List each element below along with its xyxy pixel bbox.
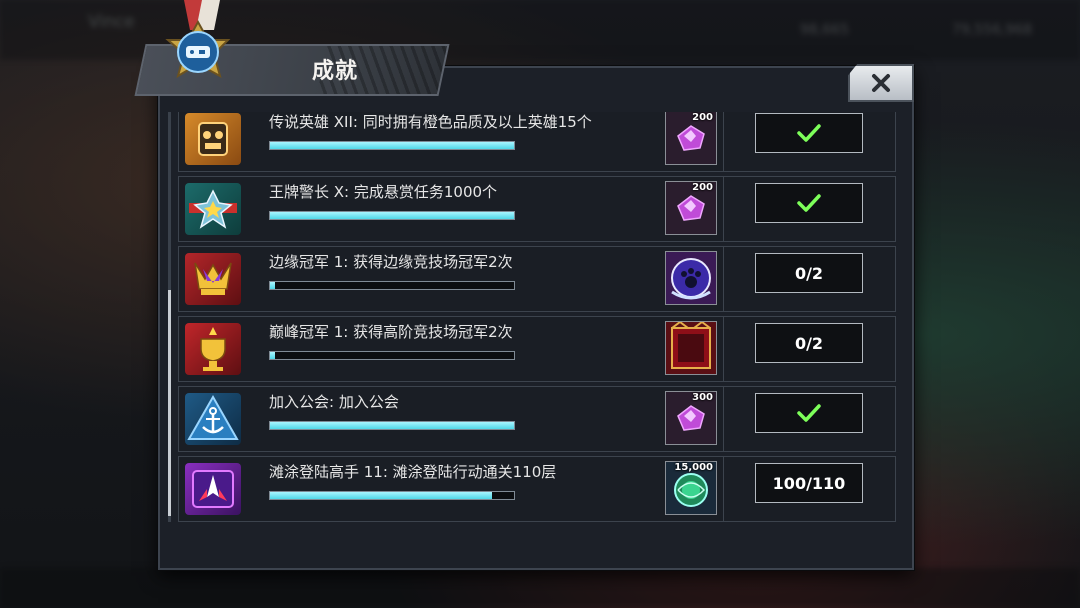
reward-slot[interactable]: [665, 251, 717, 305]
achievement-description: 滩涂登陆高手 11: 滩涂登陆行动通关110层: [269, 463, 557, 481]
progress-fill: [270, 142, 514, 149]
reward-quantity: 200: [692, 182, 713, 193]
paw-avatar-frame-icon: [671, 258, 711, 300]
achievement-description: 巅峰冠军 1: 获得高阶竞技场冠军2次: [269, 323, 513, 341]
achievement-status-button[interactable]: 100/110: [755, 463, 863, 503]
resource-counter-2: 79,556,968: [952, 22, 1033, 38]
reward-quantity: 300: [692, 392, 713, 403]
achievement-row: 滩涂登陆高手 11: 滩涂登陆行动通关110层 15,000 100/110: [178, 456, 896, 522]
achievement-medal-icon: [165, 0, 231, 79]
progress-fill: [270, 492, 492, 499]
beach-landing-icon: [185, 463, 241, 515]
reward-slot[interactable]: 200: [665, 112, 717, 165]
row-divider: [723, 177, 724, 241]
modal-title: 成就: [312, 59, 359, 84]
row-divider: [723, 317, 724, 381]
achievement-list: 传说英雄 XII: 同时拥有橙色品质及以上英雄15个 200 王牌警长 X: 完…: [170, 112, 900, 526]
achievement-progress-text: 0/2: [794, 263, 824, 283]
legend-hero-icon: [185, 113, 241, 165]
achievement-row: 边缘冠军 1: 获得边缘竞技场冠军2次 0/2: [178, 246, 896, 312]
reward-slot[interactable]: 300: [665, 391, 717, 445]
achievement-description: 王牌警长 X: 完成悬赏任务1000个: [269, 183, 498, 201]
progress-bar: [269, 211, 515, 220]
progress-bar: [269, 281, 515, 290]
row-divider: [723, 247, 724, 311]
resource-counter-1: 98,665: [800, 22, 849, 38]
peak-champion-icon: [185, 323, 241, 375]
reward-quantity: 200: [692, 112, 713, 123]
progress-fill: [270, 212, 514, 219]
achievement-description: 加入公会: 加入公会: [269, 393, 399, 411]
reward-slot[interactable]: 15,000: [665, 461, 717, 515]
red-avatar-frame-icon: [671, 320, 711, 369]
reward-slot[interactable]: [665, 320, 717, 375]
check-icon: [797, 124, 821, 142]
achievement-status-button[interactable]: 0/2: [755, 323, 863, 363]
progress-bar: [269, 491, 515, 500]
sheriff-badge-icon: [185, 183, 241, 235]
achievement-row: 加入公会: 加入公会 300: [178, 386, 896, 452]
row-divider: [723, 457, 724, 521]
row-divider: [723, 387, 724, 451]
progress-fill: [270, 282, 275, 289]
progress-bar: [269, 141, 515, 150]
row-divider: [723, 112, 724, 171]
achievement-status-button[interactable]: [755, 183, 863, 223]
progress-bar: [269, 421, 515, 430]
reward-slot[interactable]: 200: [665, 181, 717, 235]
progress-fill: [270, 352, 275, 359]
achievement-status-button[interactable]: [755, 393, 863, 433]
achievement-progress-text: 0/2: [794, 333, 824, 353]
check-icon: [797, 404, 821, 422]
player-name: Vince: [88, 12, 135, 32]
achievement-status-button[interactable]: 0/2: [755, 253, 863, 293]
achievement-description: 边缘冠军 1: 获得边缘竞技场冠军2次: [269, 253, 513, 271]
achievement-description: 传说英雄 XII: 同时拥有橙色品质及以上英雄15个: [269, 113, 592, 131]
achievement-row: 王牌警长 X: 完成悬赏任务1000个 200: [178, 176, 896, 242]
achievement-row: 传说英雄 XII: 同时拥有橙色品质及以上英雄15个 200: [178, 112, 896, 172]
guild-anchor-icon: [185, 393, 241, 445]
reward-quantity: 15,000: [674, 462, 713, 473]
achievement-progress-text: 100/110: [772, 473, 846, 493]
edge-champion-icon: [185, 253, 241, 305]
achievement-row: 巅峰冠军 1: 获得高阶竞技场冠军2次 0/2: [178, 316, 896, 382]
check-icon: [797, 194, 821, 212]
progress-fill: [270, 422, 514, 429]
close-button[interactable]: [848, 64, 914, 102]
close-icon: [872, 74, 890, 92]
achievement-status-button[interactable]: [755, 113, 863, 153]
progress-bar: [269, 351, 515, 360]
